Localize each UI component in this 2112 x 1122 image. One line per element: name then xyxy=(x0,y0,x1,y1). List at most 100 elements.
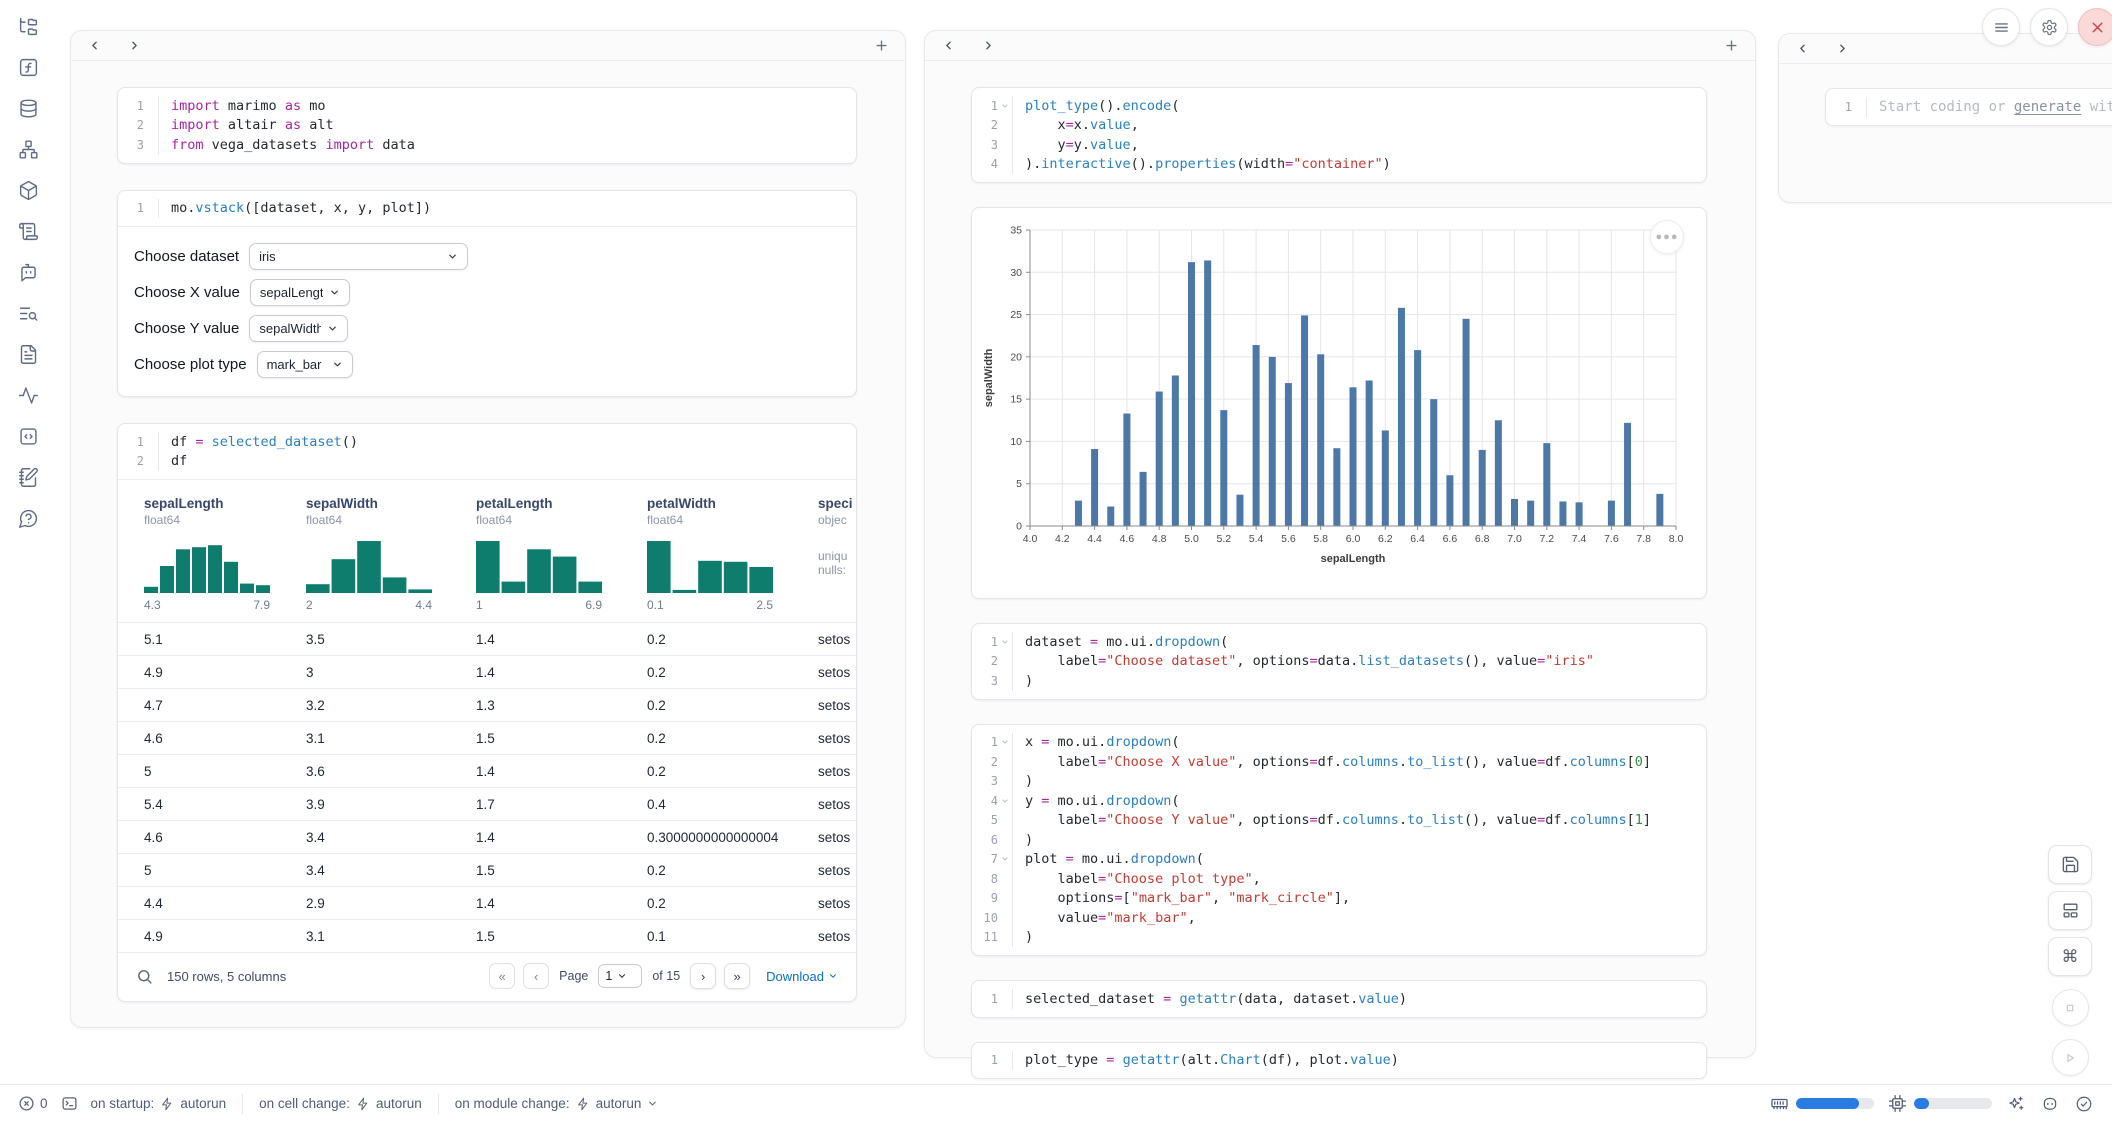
autorun-setting-2[interactable]: on cell change:autorun xyxy=(259,1096,422,1111)
chevron-right-icon[interactable] xyxy=(979,37,997,55)
message-question-icon xyxy=(18,508,39,529)
fold-chevron-icon[interactable] xyxy=(998,855,1011,863)
stop-button[interactable] xyxy=(2052,989,2089,1026)
close-panel-button[interactable] xyxy=(2078,8,2112,46)
next-page-button[interactable]: › xyxy=(690,963,716,989)
column-header-petalLength[interactable]: petalLengthfloat6416.9 xyxy=(476,496,647,612)
svg-text:7.4: 7.4 xyxy=(1572,533,1587,545)
choose-plot-type-select[interactable]: mark_bar xyxy=(257,351,353,378)
table-row: 53.41.50.2setos xyxy=(118,853,856,886)
command-palette-button[interactable]: ⌘ xyxy=(2048,937,2092,976)
terminal-icon xyxy=(61,1095,78,1112)
cell-plot-chain[interactable]: 1234plot_type().encode( x=x.value, y=y.v… xyxy=(971,87,1707,183)
cell-selected-dataset[interactable]: 1selected_dataset = getattr(data, datase… xyxy=(971,980,1707,1018)
last-page-button[interactable]: » xyxy=(724,963,750,989)
plot-type-code[interactable]: 1plot_type = getattr(alt.Chart(df), plot… xyxy=(972,1043,1706,1079)
sidebar-code-square-button[interactable] xyxy=(16,424,40,448)
cell-dataframe[interactable]: 12df = selected_dataset()df sepalLengthf… xyxy=(117,423,857,1002)
add-cell-icon[interactable] xyxy=(1721,36,1741,56)
vstack-code[interactable]: 1mo.vstack([dataset, x, y, plot]) xyxy=(118,191,856,228)
table-cell: 3.1 xyxy=(306,929,476,944)
cell-imports[interactable]: 123import marimo as moimport altair as a… xyxy=(117,87,857,164)
table-cell: setos xyxy=(818,830,856,845)
fold-chevron-icon[interactable] xyxy=(998,638,1011,646)
error-count-button[interactable]: 0 xyxy=(18,1095,48,1112)
empty-cell-editor[interactable]: 1 Start coding or generate with xyxy=(1826,89,2112,125)
cell-plot-type[interactable]: 1plot_type = getattr(alt.Chart(df), plot… xyxy=(971,1042,1707,1080)
chevron-down-icon xyxy=(327,323,338,334)
menu-button[interactable] xyxy=(1982,8,2020,46)
svg-text:4.8: 4.8 xyxy=(1152,533,1167,545)
empty-cell[interactable]: 1 Start coding or generate with xyxy=(1825,88,2112,126)
cell-dataset-dropdown[interactable]: 123dataset = mo.ui.dropdown( label="Choo… xyxy=(971,623,1707,700)
terminal-button[interactable] xyxy=(61,1095,78,1112)
fold-chevron-icon[interactable] xyxy=(998,102,1011,110)
sepal-bar-chart[interactable]: 051015202530354.04.24.44.64.85.05.25.45.… xyxy=(976,214,1702,592)
fold-chevron-icon[interactable] xyxy=(998,797,1011,805)
zap-icon xyxy=(356,1097,370,1111)
column-header-sepalWidth[interactable]: sepalWidthfloat6424.4 xyxy=(306,496,476,612)
svg-text:7.8: 7.8 xyxy=(1636,533,1651,545)
table-row: 4.93.11.50.1setos xyxy=(118,919,856,952)
column-header-sepalLength[interactable]: sepalLengthfloat644.37.9 xyxy=(144,496,306,612)
df-code[interactable]: 12df = selected_dataset()df xyxy=(118,424,856,480)
sidebar-package-button[interactable] xyxy=(16,178,40,202)
generate-with-ai-link[interactable]: generate xyxy=(2014,99,2081,115)
chevron-down-icon xyxy=(447,251,458,262)
xy-dropdowns-code[interactable]: 1234567891011x = mo.ui.dropdown( label="… xyxy=(972,725,1706,956)
chevron-left-icon[interactable] xyxy=(939,37,957,55)
autorun-setting-1[interactable]: on startup:autorun xyxy=(91,1096,227,1111)
save-button[interactable] xyxy=(2048,845,2092,884)
run-button[interactable] xyxy=(2052,1039,2089,1076)
imports-code[interactable]: 123import marimo as moimport altair as a… xyxy=(118,88,856,163)
column-header-speci[interactable]: speciobjecuniqunulls: xyxy=(818,496,856,612)
sidebar-message-question-button[interactable] xyxy=(16,506,40,530)
copilot-button[interactable] xyxy=(2040,1094,2060,1114)
cell-xy-dropdowns[interactable]: 1234567891011x = mo.ui.dropdown( label="… xyxy=(971,724,1707,957)
sidebar-scroll-text-button[interactable] xyxy=(16,219,40,243)
layout-button[interactable] xyxy=(2048,891,2092,930)
table-row: 4.63.41.40.3000000000000004setos xyxy=(118,820,856,853)
sidebar-file-tree-button[interactable] xyxy=(16,14,40,38)
line-number: 1 xyxy=(118,435,144,449)
sidebar-database-button[interactable] xyxy=(16,96,40,120)
settings-button[interactable] xyxy=(2030,8,2068,46)
sidebar-network-button[interactable] xyxy=(16,137,40,161)
notebook-pen-icon xyxy=(18,467,39,488)
sidebar-function-square-button[interactable] xyxy=(16,55,40,79)
dataset-dropdown-code[interactable]: 123dataset = mo.ui.dropdown( label="Choo… xyxy=(972,624,1706,699)
sidebar-bot-message-button[interactable] xyxy=(16,260,40,284)
chevron-left-icon[interactable] xyxy=(1793,40,1811,58)
control-row: Choose datasetiris xyxy=(134,243,840,270)
sidebar-notebook-pen-button[interactable] xyxy=(16,465,40,489)
chart-menu-icon[interactable]: ●●● xyxy=(1650,220,1684,254)
connection-status-button[interactable] xyxy=(2074,1094,2094,1114)
column-2-header xyxy=(925,31,1755,61)
cell-vstack[interactable]: 1mo.vstack([dataset, x, y, plot]) Choose… xyxy=(117,190,857,398)
page-select[interactable]: 1 xyxy=(598,964,642,988)
plot-chain-code[interactable]: 1234plot_type().encode( x=x.value, y=y.v… xyxy=(972,88,1706,182)
chevron-left-icon[interactable] xyxy=(85,37,103,55)
first-page-button[interactable]: « xyxy=(489,963,515,989)
column-header-petalWidth[interactable]: petalWidthfloat640.12.5 xyxy=(647,496,818,612)
choose-y-value-select[interactable]: sepalWidth xyxy=(249,315,348,342)
sidebar-list-search-button[interactable] xyxy=(16,301,40,325)
download-button[interactable]: Download xyxy=(766,969,838,984)
activity-icon xyxy=(18,385,39,406)
chevron-right-icon[interactable] xyxy=(1833,40,1851,58)
svg-text:sepalWidth: sepalWidth xyxy=(983,348,995,407)
autorun-setting-3[interactable]: on module change:autorun xyxy=(455,1096,659,1111)
choose-x-value-select[interactable]: sepalLength xyxy=(250,279,350,306)
ai-assist-button[interactable] xyxy=(2006,1094,2026,1114)
sidebar-activity-button[interactable] xyxy=(16,383,40,407)
bot-message-icon xyxy=(18,262,39,283)
chevron-right-icon[interactable] xyxy=(125,37,143,55)
add-cell-icon[interactable] xyxy=(871,36,891,56)
line-number: 1 xyxy=(972,992,998,1006)
search-icon[interactable] xyxy=(136,968,153,985)
selected-dataset-code[interactable]: 1selected_dataset = getattr(data, datase… xyxy=(972,981,1706,1017)
choose-dataset-select[interactable]: iris xyxy=(249,243,468,270)
prev-page-button[interactable]: ‹ xyxy=(523,963,549,989)
sidebar-file-text-button[interactable] xyxy=(16,342,40,366)
fold-chevron-icon[interactable] xyxy=(998,738,1011,746)
